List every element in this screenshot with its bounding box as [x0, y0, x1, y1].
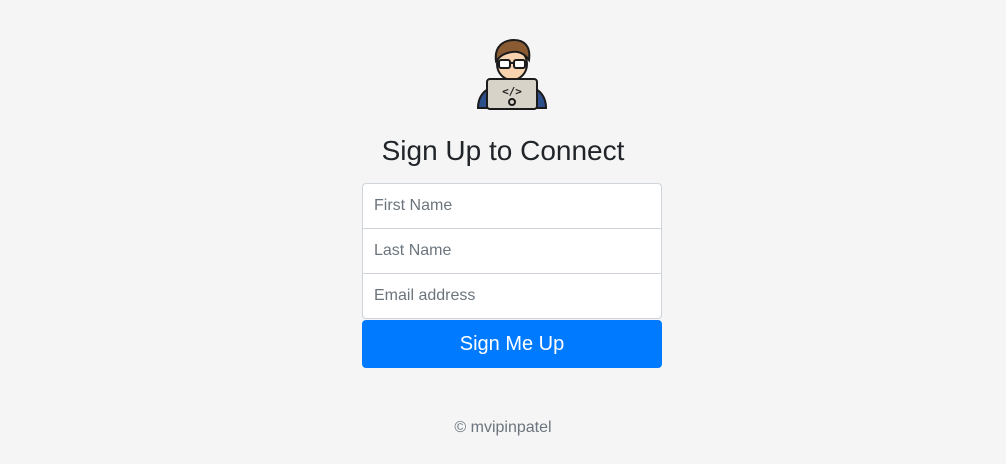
last-name-input[interactable] [362, 228, 662, 274]
email-input[interactable] [362, 273, 662, 319]
first-name-input[interactable] [362, 183, 662, 229]
copyright-footer: © mvipinpatel [454, 419, 552, 436]
page-title: Sign Up to Connect [381, 135, 625, 166]
signup-form: Sign Me Up [362, 183, 662, 368]
svg-text:</>: </> [502, 85, 522, 98]
sign-up-button[interactable]: Sign Me Up [362, 320, 662, 368]
developer-avatar-icon: </> [476, 38, 548, 110]
